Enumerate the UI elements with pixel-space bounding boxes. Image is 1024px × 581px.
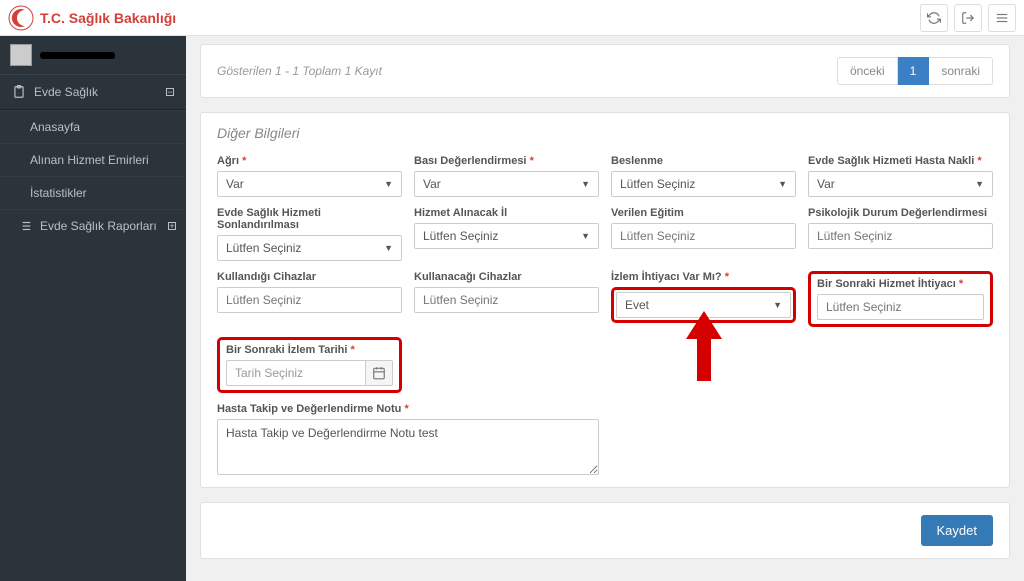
input-psiko[interactable] xyxy=(808,223,993,249)
sidebar-section-label: Evde Sağlık xyxy=(34,85,98,99)
save-panel: Kaydet xyxy=(200,502,1010,559)
pager-page-1[interactable]: 1 xyxy=(898,57,930,85)
ministry-logo xyxy=(8,5,34,31)
topbar: T.C. Sağlık Bakanlığı xyxy=(0,0,1024,36)
sidebar-item-label: Evde Sağlık Raporları xyxy=(40,219,157,233)
list-icon xyxy=(18,219,32,233)
pager: önceki 1 sonraki xyxy=(837,57,993,85)
field-psiko: Psikolojik Durum Değerlendirmesi xyxy=(808,207,993,261)
textarea-note[interactable] xyxy=(217,419,599,475)
field-sonraki-hizmet: Bir Sonraki Hizmet İhtiyacı * xyxy=(808,271,993,327)
highlight-izlem: Evet▼ xyxy=(611,287,796,323)
field-basi: Bası Değerlendirmesi * Var▼ xyxy=(414,155,599,197)
field-egitim: Verilen Eğitim xyxy=(611,207,796,261)
topbar-left: T.C. Sağlık Bakanlığı xyxy=(8,5,176,31)
field-beslenme: Beslenme Lütfen Seçiniz▼ xyxy=(611,155,796,197)
minus-box-icon: − xyxy=(166,88,174,96)
sidebar-item-label: Alınan Hizmet Emirleri xyxy=(30,153,149,167)
field-agri: Ağrı * Var▼ xyxy=(217,155,402,197)
select-izlem[interactable]: Evet▼ xyxy=(616,292,791,318)
field-izlem: İzlem İhtiyacı Var Mı? * Evet▼ xyxy=(611,271,796,327)
logout-button[interactable] xyxy=(954,4,982,32)
clipboard-icon xyxy=(12,85,26,99)
topbar-actions xyxy=(920,4,1016,32)
results-panel: Gösterilen 1 - 1 Toplam 1 Kayıt önceki 1… xyxy=(200,44,1010,98)
select-alinacak-il[interactable]: Lütfen Seçiniz▼ xyxy=(414,223,599,249)
plus-box-icon: + xyxy=(168,222,176,230)
calendar-icon xyxy=(372,366,386,380)
results-count-text: Gösterilen 1 - 1 Toplam 1 Kayıt xyxy=(217,64,382,78)
form-title: Diğer Bilgileri xyxy=(217,125,993,141)
select-beslenme[interactable]: Lütfen Seçiniz▼ xyxy=(611,171,796,197)
menu-button[interactable] xyxy=(988,4,1016,32)
user-name-redacted xyxy=(40,52,115,59)
field-kullanacagi: Kullanacağı Cihazlar xyxy=(414,271,599,327)
form-panel: Diğer Bilgileri Ağrı * Var▼ Bası Değerle… xyxy=(200,112,1010,488)
select-basi[interactable]: Var▼ xyxy=(414,171,599,197)
sidebar-item-label: Anasayfa xyxy=(30,120,80,134)
field-sonraki-izlem-tarihi: Bir Sonraki İzlem Tarihi * Tarih Seçiniz xyxy=(217,337,402,393)
sidebar-item-label: İstatistikler xyxy=(30,186,87,200)
pager-prev[interactable]: önceki xyxy=(837,57,898,85)
input-sonraki-izlem-tarihi[interactable]: Tarih Seçiniz xyxy=(226,360,365,386)
sidebar-item-hizmet-emirleri[interactable]: Alınan Hizmet Emirleri xyxy=(0,143,186,176)
input-egitim[interactable] xyxy=(611,223,796,249)
avatar xyxy=(10,44,32,66)
input-kullanacagi[interactable] xyxy=(414,287,599,313)
field-sonlandirma: Evde Sağlık Hizmeti Sonlandırılması Lütf… xyxy=(217,207,402,261)
save-button[interactable]: Kaydet xyxy=(921,515,993,546)
field-note: Hasta Takip ve Değerlendirme Notu * xyxy=(217,403,599,475)
calendar-button[interactable] xyxy=(365,360,393,386)
highlight-sonraki-hizmet: Bir Sonraki Hizmet İhtiyacı * xyxy=(808,271,993,327)
select-sonlandirma[interactable]: Lütfen Seçiniz▼ xyxy=(217,235,402,261)
content: Gösterilen 1 - 1 Toplam 1 Kayıt önceki 1… xyxy=(186,36,1024,581)
input-kullandigi[interactable] xyxy=(217,287,402,313)
field-alinacak-il: Hizmet Alınacak İl Lütfen Seçiniz▼ xyxy=(414,207,599,261)
select-agri[interactable]: Var▼ xyxy=(217,171,402,197)
sidebar-section-evde-saglik[interactable]: Evde Sağlık − xyxy=(0,74,186,110)
sidebar: Evde Sağlık − Anasayfa Alınan Hizmet Emi… xyxy=(0,36,186,581)
input-sonraki-hizmet[interactable] xyxy=(817,294,984,320)
main: Evde Sağlık − Anasayfa Alınan Hizmet Emi… xyxy=(0,36,1024,581)
pager-next[interactable]: sonraki xyxy=(929,57,993,85)
sidebar-item-anasayfa[interactable]: Anasayfa xyxy=(0,110,186,143)
field-nakli: Evde Sağlık Hizmeti Hasta Nakli * Var▼ xyxy=(808,155,993,197)
user-box xyxy=(0,36,186,74)
select-nakli[interactable]: Var▼ xyxy=(808,171,993,197)
brand-text: T.C. Sağlık Bakanlığı xyxy=(40,10,176,26)
field-kullandigi: Kullandığı Cihazlar xyxy=(217,271,402,327)
refresh-button[interactable] xyxy=(920,4,948,32)
highlight-sonraki-izlem: Bir Sonraki İzlem Tarihi * Tarih Seçiniz xyxy=(217,337,402,393)
sidebar-item-raporlari[interactable]: Evde Sağlık Raporları + xyxy=(0,209,186,242)
sidebar-item-istatistikler[interactable]: İstatistikler xyxy=(0,176,186,209)
